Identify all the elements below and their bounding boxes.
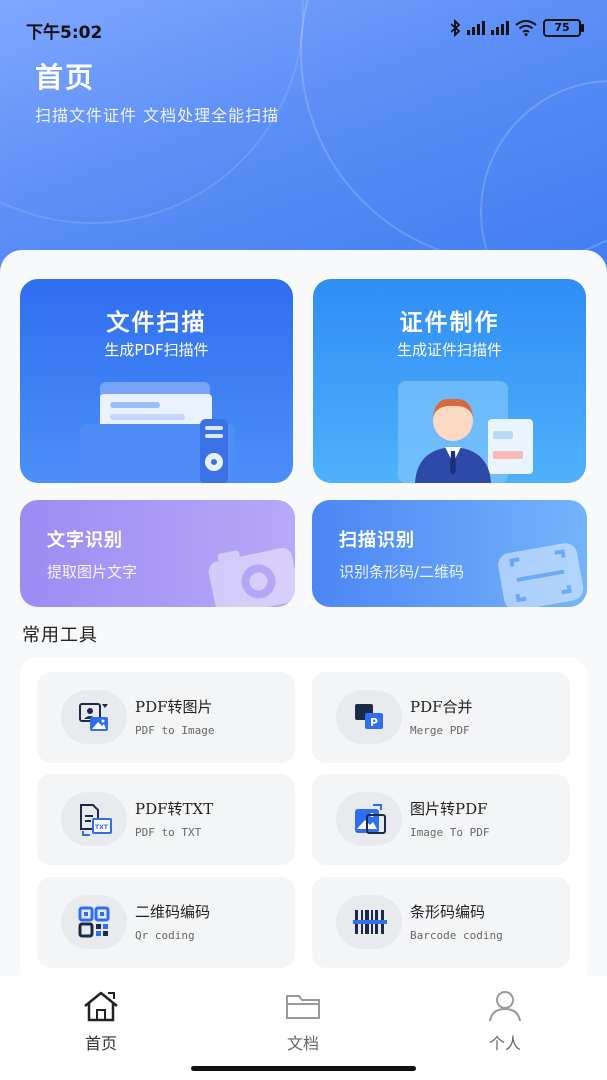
scanner-illustration-icon [80,382,235,483]
camera-icon [208,547,295,607]
tool-subtitle: Merge PDF [410,724,470,737]
tool-subtitle: Barcode coding [410,929,503,942]
home-icon [84,991,118,1022]
tab-label: 首页 [84,1034,117,1053]
code-scan-card[interactable]: 扫描识别 识别条形码/二维码 [312,500,587,607]
ocr-card[interactable]: 文字识别 提取图片文字 [20,500,295,607]
folder-icon [286,995,320,1019]
tool-subtitle: PDF to Image [135,724,215,737]
tab-label: 个人 [488,1034,521,1053]
tool-image-to-pdf[interactable]: 图片转PDF Image To PDF [312,774,570,865]
tool-subtitle: Image To PDF [410,826,490,839]
file-scan-subtitle: 生成PDF扫描件 [104,341,209,359]
id-photo-subtitle: 生成证件扫描件 [396,341,502,359]
file-scan-card[interactable]: 文件扫描 生成PDF扫描件 [20,279,293,483]
page-title: 首页 [35,61,96,94]
tab-profile[interactable]: 个人 [455,990,555,1054]
scan-frame-icon [498,543,584,607]
id-photo-title: 证件制作 [399,310,500,336]
signal-icon [467,21,485,35]
tool-name: PDF合并 [410,698,473,716]
tool-barcode-coding[interactable]: 条形码编码 Barcode coding [312,877,570,968]
tool-qr-coding[interactable]: 二维码编码 Qr coding [37,877,295,968]
file-scan-title: 文件扫描 [106,310,207,336]
tab-documents[interactable]: 文档 [253,990,353,1054]
svg-text:TXT: TXT [95,824,109,831]
status-bar: 下午5:02 75 [26,14,584,43]
battery-icon: 75 [543,19,584,37]
bottom-tab-bar: 首页 文档 个人 [0,976,607,1080]
tool-merge-pdf[interactable]: P PDF合并 Merge PDF [312,672,570,763]
image-to-pdf-icon [336,792,402,846]
bluetooth-icon [450,19,461,37]
page-subtitle: 扫描文件证件 文档处理全能扫描 [35,106,280,125]
barcode-icon [336,895,402,949]
id-photo-card[interactable]: 证件制作 生成证件扫描件 [313,279,586,483]
tool-name: 图片转PDF [410,800,488,818]
pdf-to-image-icon [61,690,127,744]
pdf-to-txt-icon: TXT [61,792,127,846]
ocr-subtitle: 提取图片文字 [47,563,138,581]
signal-icon [491,21,509,35]
home-indicator [191,1066,416,1071]
tool-pdf-to-image[interactable]: PDF转图片 PDF to Image [37,672,295,763]
tool-name: 二维码编码 [135,903,211,921]
code-scan-title: 扫描识别 [339,530,415,551]
tool-name: PDF转TXT [135,800,214,818]
status-time: 下午5:02 [26,23,103,43]
ocr-title: 文字识别 [47,530,123,551]
merge-pdf-icon: P [336,690,402,744]
tool-subtitle: Qr coding [135,929,195,942]
tool-name: PDF转图片 [135,698,213,716]
tab-label: 文档 [286,1034,319,1053]
tool-name: 条形码编码 [410,903,486,921]
wifi-icon [515,20,537,36]
svg-text:P: P [370,716,378,729]
tool-subtitle: PDF to TXT [135,826,202,839]
tab-home[interactable]: 首页 [51,990,151,1054]
qr-code-icon [61,895,127,949]
section-title-tools: 常用工具 [22,625,98,646]
code-scan-subtitle: 识别条形码/二维码 [339,563,465,581]
tool-pdf-to-txt[interactable]: TXT PDF转TXT PDF to TXT [37,774,295,865]
person-icon [489,991,521,1022]
id-person-illustration-icon [398,381,533,483]
